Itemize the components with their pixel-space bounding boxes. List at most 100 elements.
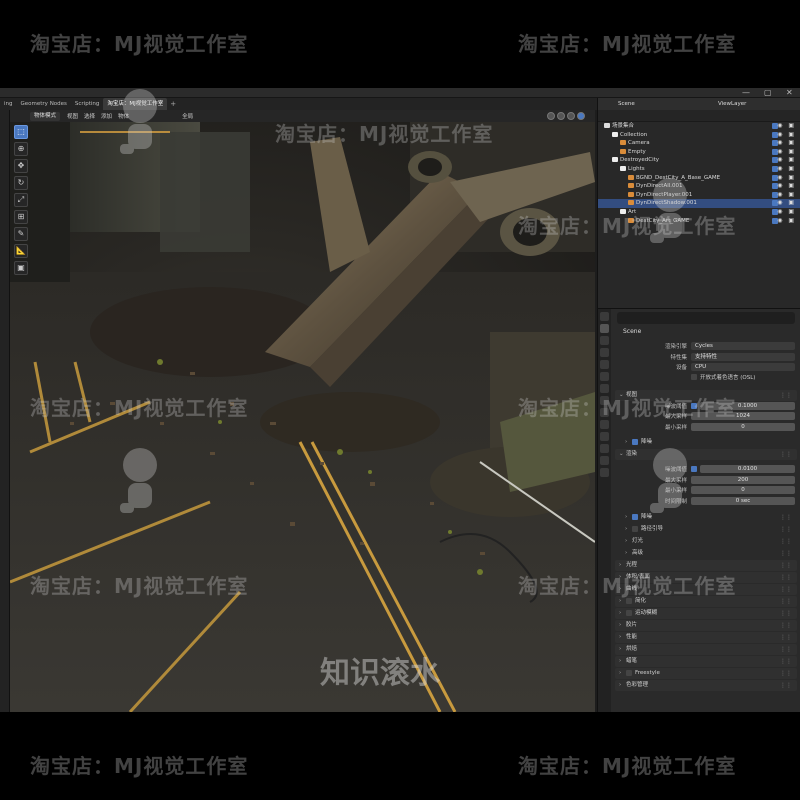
max-samples-field[interactable]: 1024: [691, 412, 795, 421]
output-tab-icon[interactable]: [600, 336, 609, 345]
time-limit-field[interactable]: 0 sec: [691, 496, 795, 505]
drag-grip-icon[interactable]: ⋮⋮: [780, 584, 792, 595]
visibility-eye-icon[interactable]: ◉ ▣: [777, 191, 796, 200]
render-noise-threshold-field[interactable]: 0.0100: [700, 465, 795, 474]
panel-checkbox[interactable]: [626, 669, 632, 676]
expand-arrow-icon[interactable]: ›: [619, 680, 626, 691]
drag-grip-icon[interactable]: ⋮⋮: [780, 524, 792, 535]
expand-arrow-icon[interactable]: ›: [619, 644, 626, 655]
visibility-eye-icon[interactable]: ◉ ▣: [777, 156, 796, 165]
drag-grip-icon[interactable]: ⋮⋮: [780, 572, 792, 583]
expand-arrow-icon[interactable]: ›: [619, 632, 626, 643]
properties-panel-header[interactable]: › 简化 ⋮⋮: [615, 596, 797, 607]
denoise-checkbox[interactable]: [632, 438, 638, 445]
visibility-eye-icon[interactable]: ◉ ▣: [777, 131, 796, 140]
visibility-eye-icon[interactable]: ◉ ▣: [777, 208, 796, 217]
tool-tab-icon[interactable]: [600, 312, 609, 321]
noise-threshold-checkbox[interactable]: [691, 402, 697, 409]
3d-viewport[interactable]: [10, 122, 595, 712]
annotate-icon[interactable]: ✎: [14, 227, 28, 241]
render-min-samples-field[interactable]: 0: [691, 486, 795, 495]
expand-arrow-icon[interactable]: ›: [625, 548, 632, 559]
properties-panel-header[interactable]: › 光程 ⋮⋮: [615, 560, 797, 571]
properties-panel-header[interactable]: › 高级 ⋮⋮: [621, 548, 797, 559]
visibility-eye-icon[interactable]: ◉ ▣: [777, 174, 796, 183]
close-icon[interactable]: ✕: [786, 88, 793, 97]
visibility-eye-icon[interactable]: ◉ ▣: [777, 217, 796, 226]
panel-checkbox[interactable]: [626, 597, 632, 604]
wireframe-shading-icon[interactable]: [547, 112, 555, 120]
expand-arrow-icon[interactable]: ›: [619, 656, 626, 667]
properties-panel-header[interactable]: › 胶片 ⋮⋮: [615, 620, 797, 631]
visibility-eye-icon[interactable]: ◉ ▣: [777, 139, 796, 148]
workspace-tab-geometry-nodes[interactable]: Geometry Nodes: [17, 98, 71, 110]
drag-grip-icon[interactable]: ⋮⋮: [780, 620, 792, 631]
feature-set-dropdown[interactable]: 支持特性: [691, 352, 795, 361]
select-box-icon[interactable]: ⬚: [14, 125, 28, 139]
properties-panel-header[interactable]: › 运动模糊 ⋮⋮: [615, 608, 797, 619]
view-menu[interactable]: 视图: [64, 112, 81, 120]
scene-tab-icon[interactable]: [600, 360, 609, 369]
texture-tab-icon[interactable]: [600, 468, 609, 477]
properties-search[interactable]: [617, 312, 795, 324]
collection-tab-icon[interactable]: [600, 384, 609, 393]
properties-panel-header[interactable]: › 灯光 ⋮⋮: [621, 536, 797, 547]
panel-checkbox[interactable]: [632, 525, 638, 532]
view-layer-tab-icon[interactable]: [600, 348, 609, 357]
expand-arrow-icon[interactable]: ›: [619, 572, 626, 583]
visibility-eye-icon[interactable]: ◉ ▣: [777, 199, 796, 208]
transform-orientation-dropdown[interactable]: 全局: [182, 112, 193, 120]
expand-arrow-icon[interactable]: ›: [619, 560, 626, 571]
properties-panel-header[interactable]: › Freestyle ⋮⋮: [615, 668, 797, 679]
drag-grip-icon[interactable]: ⋮⋮: [780, 656, 792, 667]
data-tab-icon[interactable]: [600, 456, 609, 465]
properties-panel-header[interactable]: › 路径引导 ⋮⋮: [621, 524, 797, 535]
expand-arrow-icon[interactable]: ›: [619, 596, 626, 607]
properties-panel-header[interactable]: › 体积/表面 ⋮⋮: [615, 572, 797, 583]
expand-arrow-icon[interactable]: ›: [619, 584, 626, 595]
drag-grip-icon[interactable]: ⋮⋮: [780, 596, 792, 607]
outliner-row[interactable]: Camera ◉ ▣: [598, 139, 800, 148]
device-dropdown[interactable]: CPU: [691, 363, 795, 372]
drag-grip-icon[interactable]: ⋮⋮: [780, 536, 792, 547]
select-menu[interactable]: 选择: [81, 112, 98, 120]
view-layer-selector[interactable]: ViewLayer: [718, 101, 746, 107]
drag-grip-icon[interactable]: ⋮⋮: [780, 512, 792, 523]
workspace-tab[interactable]: ing: [0, 98, 17, 110]
add-cube-icon[interactable]: ▣: [14, 261, 28, 275]
outliner-row[interactable]: Collection ◉ ▣: [598, 131, 800, 140]
osl-checkbox[interactable]: [691, 374, 697, 380]
properties-panel-header[interactable]: › 色彩管理 ⋮⋮: [615, 680, 797, 691]
drag-grip-icon[interactable]: ⋮⋮: [780, 608, 792, 619]
transform-icon[interactable]: ⊞: [14, 210, 28, 224]
visibility-eye-icon[interactable]: ◉ ▣: [777, 122, 796, 131]
render-engine-dropdown[interactable]: Cycles: [691, 342, 795, 351]
expand-arrow-icon[interactable]: ›: [619, 668, 626, 679]
drag-grip-icon[interactable]: ⋮⋮: [780, 644, 792, 655]
min-samples-field[interactable]: 0: [691, 422, 795, 431]
material-shading-icon[interactable]: [567, 112, 575, 120]
maximize-icon[interactable]: ▢: [764, 88, 772, 97]
visibility-eye-icon[interactable]: ◉ ▣: [777, 148, 796, 157]
world-tab-icon[interactable]: [600, 372, 609, 381]
panel-checkbox[interactable]: [626, 609, 632, 616]
minimize-icon[interactable]: —: [742, 88, 750, 97]
measure-icon[interactable]: 📐: [14, 244, 28, 258]
object-mode-dropdown[interactable]: 物体模式: [30, 111, 61, 121]
properties-panel-header[interactable]: › 性能 ⋮⋮: [615, 632, 797, 643]
rendered-shading-icon[interactable]: [577, 112, 585, 120]
drag-grip-icon[interactable]: ⋮⋮: [780, 680, 792, 691]
properties-panel-header[interactable]: › 烘焙 ⋮⋮: [615, 644, 797, 655]
expand-arrow-icon[interactable]: ›: [625, 512, 632, 523]
cursor-icon[interactable]: ⊕: [14, 142, 28, 156]
render-tab-icon[interactable]: [600, 324, 609, 333]
scene-selector[interactable]: Scene: [618, 101, 678, 107]
move-icon[interactable]: ✥: [14, 159, 28, 173]
outliner-row[interactable]: Empty ◉ ▣: [598, 148, 800, 157]
noise-threshold-field[interactable]: 0.1000: [700, 401, 795, 410]
drag-grip-icon[interactable]: ⋮⋮: [780, 560, 792, 571]
physics-tab-icon[interactable]: [600, 432, 609, 441]
visibility-eye-icon[interactable]: ◉ ▣: [777, 165, 796, 174]
modifier-tab-icon[interactable]: [600, 408, 609, 417]
drag-grip-icon[interactable]: ⋮⋮: [780, 668, 792, 679]
